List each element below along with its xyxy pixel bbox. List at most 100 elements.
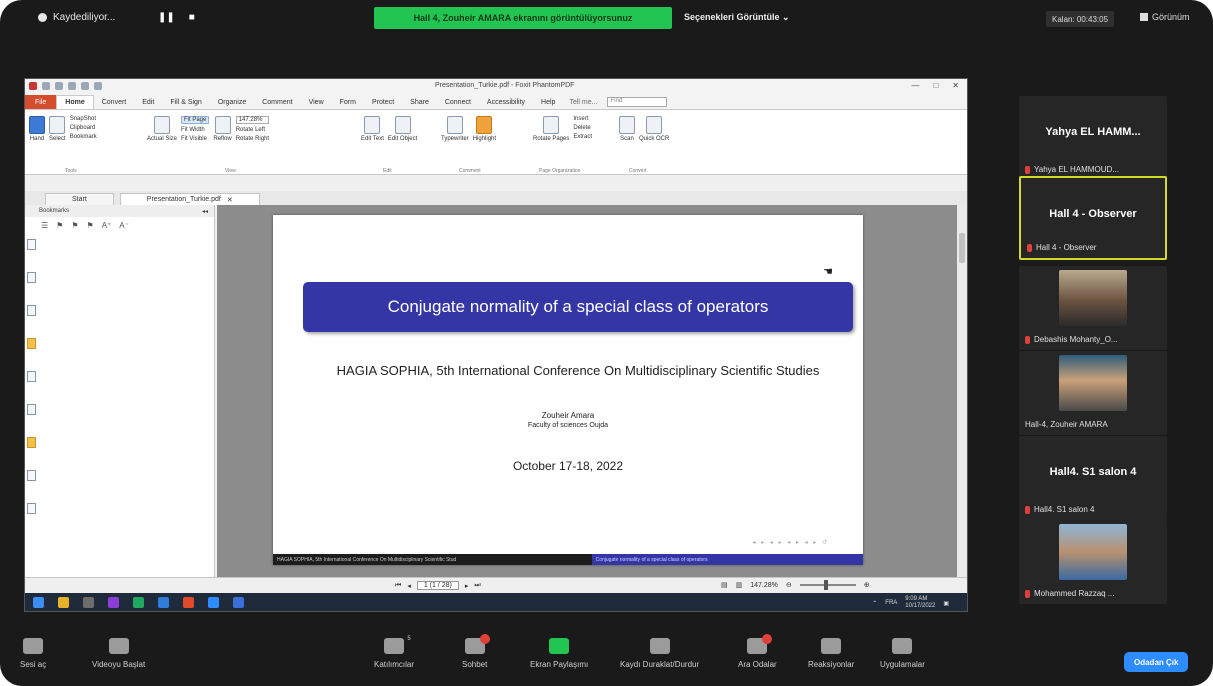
highlight-button[interactable]: Highlight [473,116,496,142]
continuous-view-icon[interactable]: ▥ [736,581,743,589]
security-icon[interactable] [26,437,36,448]
menu-tab[interactable]: View [301,95,332,109]
minimize-icon[interactable]: — [911,81,919,90]
word-icon[interactable] [233,597,244,608]
edit-text-button[interactable]: Edit Text [361,116,384,142]
participant-tile[interactable]: Debashis Mohanty_O... [1019,266,1167,350]
menu-tab[interactable]: Protect [364,95,402,109]
file-explorer-icon[interactable] [58,597,69,608]
bookmark-options-icon[interactable]: ☰ [41,221,48,230]
leave-meeting-button[interactable]: Odadan Çık [1124,652,1189,672]
text-larger-icon[interactable]: A⁺ [102,221,112,230]
zoom-slider[interactable] [799,580,856,590]
hand-tool-button[interactable]: Hand [29,116,45,142]
rotate-pages-button[interactable]: Rotate Pages [533,116,569,142]
menu-tab[interactable]: Accessibility [479,95,533,109]
calculator-icon[interactable] [83,597,94,608]
fit-visible-button[interactable]: Fit Visible [181,136,209,142]
single-page-view-icon[interactable]: ▤ [721,581,728,589]
clipboard-button[interactable]: Clipboard [70,125,97,131]
actual-size-button[interactable]: Actual Size [147,116,177,142]
start-video-button[interactable]: Videoyu Başlat [92,638,145,669]
language-indicator[interactable]: FRA [885,600,897,606]
clock[interactable]: 9:09 AM 10/17/2022 [905,596,935,610]
participant-tile[interactable]: Hall 4 - Observer Hall 4 - Observer [1019,176,1167,260]
bookmark-button[interactable]: Bookmark [70,134,97,140]
tell-me-search[interactable]: Tell me... [569,99,597,106]
tray-chevron-icon[interactable]: ⌃ [872,600,877,607]
zoom-input[interactable]: 147.28% [235,116,270,124]
participant-tile[interactable]: Mohammed Razzaq ... [1019,520,1167,604]
undo-icon[interactable] [81,82,89,90]
find-input[interactable]: Find [607,97,668,107]
view-button[interactable]: Görünüm [1140,12,1190,22]
select-tool-button[interactable]: Select [49,116,66,142]
layers-icon[interactable] [26,305,36,316]
stop-recording-icon[interactable]: ■ [189,12,195,23]
reflow-button[interactable]: Reflow [213,116,232,142]
participant-tile[interactable]: Yahya EL HAMM... Yahya EL HAMMOUD... [1019,96,1167,180]
collapse-panel-icon[interactable]: ◂◂ [202,208,208,215]
store-icon[interactable] [158,597,169,608]
redo-icon[interactable] [94,82,102,90]
open-icon[interactable] [42,82,50,90]
chat-button[interactable]: Sohbet [462,634,490,669]
scroll-thumb[interactable] [959,233,965,263]
save-icon[interactable] [55,82,63,90]
document-viewport[interactable]: ☚ Conjugate normality of a special class… [217,205,959,577]
vertical-scrollbar[interactable] [957,205,967,577]
menu-tab[interactable]: Share [402,95,437,109]
expand-bookmark-icon[interactable]: ⚑ [71,221,78,230]
menu-tab[interactable]: Comment [254,95,300,109]
menu-tab[interactable]: Fill & Sign [162,95,210,109]
fit-width-button[interactable]: Fit Width [181,127,209,133]
rotate-left-button[interactable]: Rotate Left [236,127,269,133]
prev-page-icon[interactable]: ◂ [407,582,411,590]
maximize-icon[interactable]: □ [933,81,938,90]
share-screen-button[interactable]: Ekran Paylaşımı [530,638,588,669]
fit-page-button[interactable]: Fit Page [181,116,210,124]
signatures-icon[interactable] [26,404,36,415]
new-bookmark-icon[interactable]: ⚑ [56,221,63,230]
menu-tab[interactable]: Edit [134,95,162,109]
participant-tile[interactable]: Hall-4, Zouheir AMARA [1019,351,1167,435]
zoom-slider-knob[interactable] [823,580,828,590]
breakout-rooms-button[interactable]: Ara Odalar [738,634,777,669]
menu-file[interactable]: File [25,95,57,109]
foxit-app-icon[interactable] [183,597,194,608]
participants-button[interactable]: 5 Katılımcılar [374,636,414,669]
unmute-button[interactable]: Sesi aç [20,638,46,669]
pause-recording-icon[interactable]: ❚❚ [158,12,175,23]
typewriter-button[interactable]: Typewriter [441,116,469,142]
insert-button[interactable]: Insert [573,116,592,122]
rotate-right-button[interactable]: Rotate Right [236,136,269,142]
menu-tab[interactable]: Help [533,95,563,109]
snapshot-button[interactable]: SnapShot [70,116,97,122]
reactions-button[interactable]: Reaksiyonlar [808,638,854,669]
menu-tab[interactable]: Form [332,95,364,109]
tags-icon[interactable] [26,503,36,514]
menu-tab[interactable]: Organize [210,95,254,109]
edit-object-button[interactable]: Edit Object [388,116,417,142]
comments-icon[interactable] [26,338,36,349]
chrome-icon[interactable] [133,597,144,608]
extract-button[interactable]: Extract [573,134,592,140]
status-zoom-value[interactable]: 147.28% [750,582,778,589]
print-icon[interactable] [68,82,76,90]
zoom-in-icon[interactable]: ⊕ [864,581,870,589]
participant-tile[interactable]: Hall4. S1 salon 4 Hall4. S1 salon 4 [1019,436,1167,520]
close-tab-icon[interactable]: ✕ [227,196,233,204]
zoom-out-icon[interactable]: ⊖ [786,581,792,589]
menu-tab[interactable]: Connect [437,95,479,109]
zoom-app-icon[interactable] [208,597,219,608]
close-icon[interactable]: ✕ [952,81,959,90]
tab-presentation[interactable]: Presentation_Turkie.pdf ✕ [119,193,260,205]
pages-icon[interactable] [26,272,36,283]
content-icon[interactable] [26,470,36,481]
quick-ocr-button[interactable]: Quick OCR [639,116,669,142]
bookmarks-icon[interactable] [26,239,36,250]
attachments-icon[interactable] [26,371,36,382]
tab-start[interactable]: Start [45,193,114,205]
pause-stop-recording-button[interactable]: Kaydı Duraklat/Durdur [620,638,699,669]
onenote-icon[interactable] [108,597,119,608]
